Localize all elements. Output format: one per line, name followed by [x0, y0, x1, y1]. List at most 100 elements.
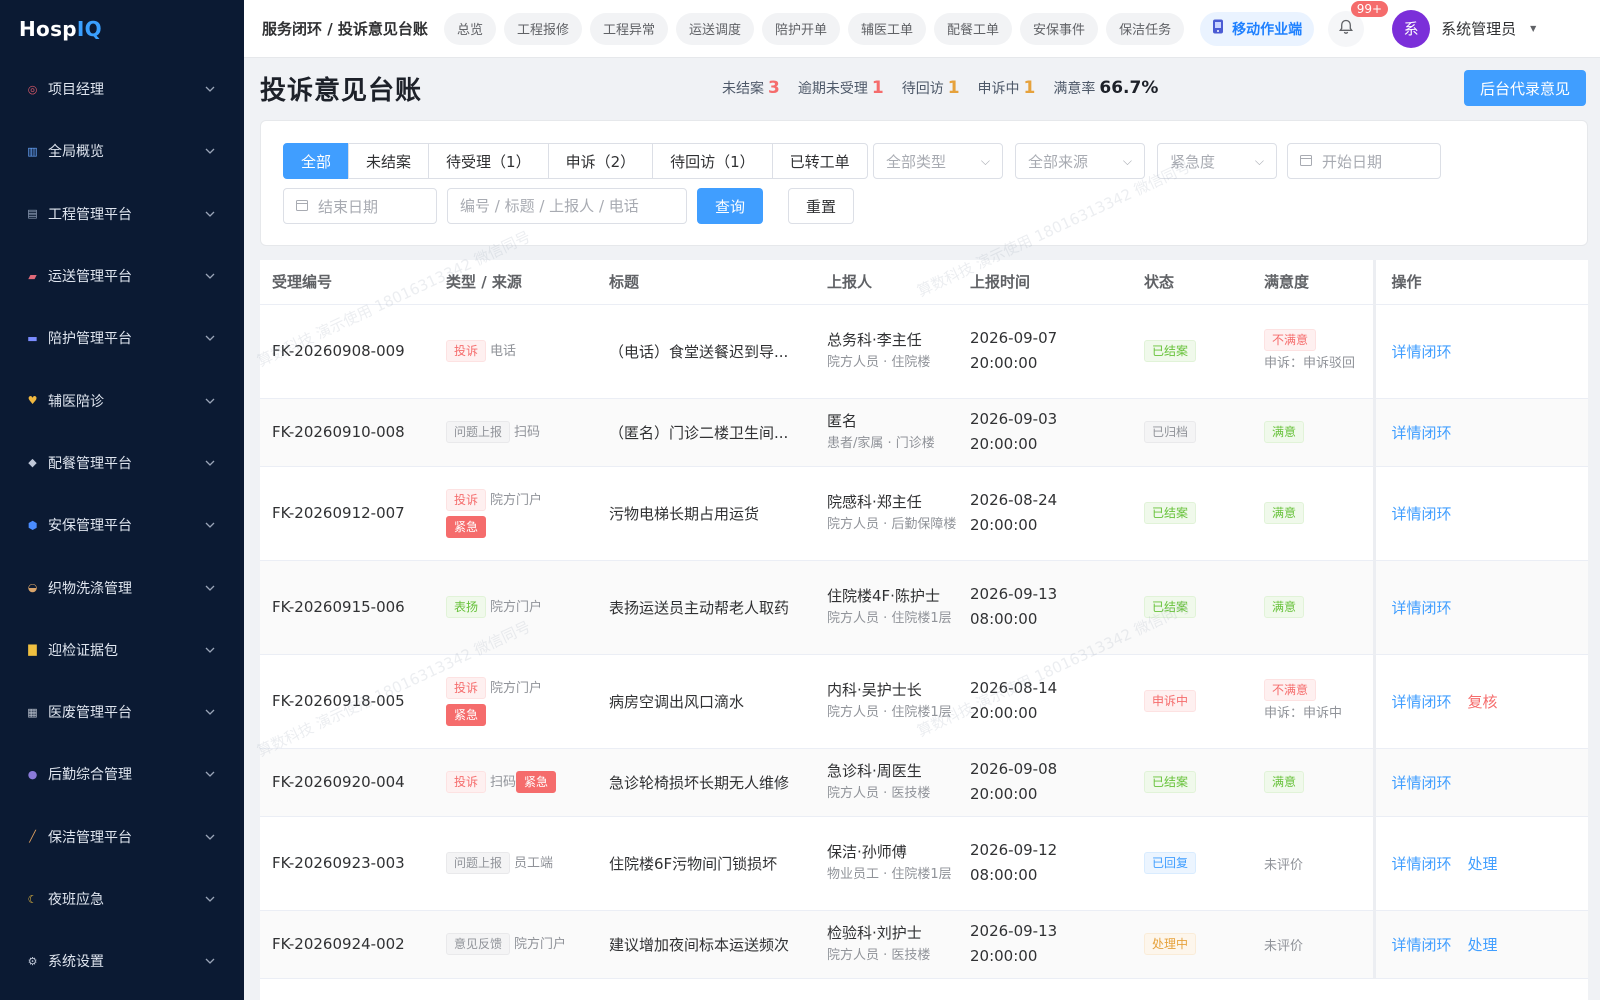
nav-pill-8[interactable]: 保洁任务 — [1106, 12, 1185, 45]
urgency-select[interactable]: 紧急度 ⌵ — [1157, 143, 1277, 179]
nav-pill-2[interactable]: 工程异常 — [589, 12, 668, 45]
meal-icon: ◆ — [28, 456, 37, 470]
sidebar-item-11[interactable]: ● 后勤综合管理 — [0, 743, 244, 805]
column-header: 标题 — [597, 260, 815, 305]
source-select[interactable]: 全部来源 ⌵ — [1015, 143, 1145, 179]
cell-time: 2026-09-13 08:00:00 — [958, 560, 1132, 655]
detail-link[interactable]: 详情闭环 — [1392, 774, 1452, 792]
notification-button[interactable]: 99+ — [1328, 0, 1389, 47]
report-time: 20:00:00 — [970, 785, 1038, 803]
stat-0: 未结案 3 — [722, 78, 780, 98]
type-select[interactable]: 全部类型 ⌵ — [873, 143, 1003, 179]
detail-link[interactable]: 详情闭环 — [1392, 424, 1452, 442]
report-time: 20:00:00 — [970, 947, 1038, 965]
detail-link[interactable]: 详情闭环 — [1392, 505, 1452, 523]
sidebar-item-label: 夜班应急 — [48, 892, 104, 908]
detail-link[interactable]: 详情闭环 — [1392, 599, 1452, 617]
sidebar-item-12[interactable]: ╱ 保洁管理平台 — [0, 806, 244, 868]
chart-icon: ▥ — [27, 144, 38, 158]
nav-pill-7[interactable]: 安保事件 — [1020, 12, 1099, 45]
nav-pill-0[interactable]: 总览 — [443, 12, 496, 45]
cell-time: 2026-09-13 20:00:00 — [958, 910, 1132, 979]
sidebar-item-4[interactable]: ▬ 陪护管理平台 — [0, 307, 244, 369]
cell-type: 投诉 电话 — [434, 304, 597, 399]
filter-panel: 全部 未结案 待受理（1） 申诉（2） 待回访（1） 已转工单 全部类型 ⌵ 全部来源 ⌵… — [260, 120, 1588, 246]
type-line: 问题上报 扫码 — [446, 421, 597, 443]
sidebar-item-9[interactable]: ▇ 迎检证据包 — [0, 619, 244, 681]
detail-link[interactable]: 详情闭环 — [1392, 693, 1452, 711]
nav-pill-1[interactable]: 工程报修 — [503, 12, 582, 45]
table-body: FK-20260908-009 投诉 电话 （电话）食堂送餐迟到导... 总务科·李主任… — [260, 304, 1588, 979]
reset-button[interactable]: 重置 — [788, 188, 854, 224]
sidebar-item-0[interactable]: ◎ 项目经理 — [0, 58, 244, 120]
review-link[interactable]: 复核 — [1468, 693, 1498, 711]
process-link[interactable]: 处理 — [1468, 855, 1498, 873]
chevron-down-icon — [204, 893, 216, 905]
nav-pill-6[interactable]: 配餐工单 — [934, 12, 1013, 45]
folder-icon: ▇ — [28, 643, 37, 657]
user-name[interactable]: 系统管理员 — [1441, 18, 1516, 39]
cell-status: 处理中 — [1132, 910, 1252, 979]
sidebar-item-2[interactable]: ▤ 工程管理平台 — [0, 183, 244, 245]
table-row: FK-20260924-002 意见反馈 院方门户 建议增加夜间标本运送频次 检验科·刘… — [260, 910, 1588, 979]
nav-pill-4[interactable]: 陪护开单 — [762, 12, 841, 45]
detail-link[interactable]: 详情闭环 — [1392, 343, 1452, 361]
tab-2[interactable]: 待受理（1） — [428, 143, 549, 179]
tab-4[interactable]: 待回访（1） — [652, 143, 773, 179]
sidebar-item-6[interactable]: ◆ 配餐管理平台 — [0, 432, 244, 494]
sidebar-item-14[interactable]: ⚙ 系统设置 — [0, 930, 244, 992]
process-link[interactable]: 处理 — [1468, 936, 1498, 954]
sidebar-item-5[interactable]: ♥ 辅医陪诊 — [0, 369, 244, 431]
reporter-name: 保洁·孙师傅 — [827, 843, 907, 861]
type-tag: 问题上报 — [446, 421, 511, 443]
chevron-down-icon — [204, 582, 216, 594]
cell-status: 已归档 — [1132, 398, 1252, 467]
mobile-workspace-button[interactable]: 移动作业端 — [1200, 11, 1315, 46]
sidebar-item-3[interactable]: ▰ 运送管理平台 — [0, 245, 244, 307]
urgent-line: 紧急 — [446, 703, 597, 726]
caret-down-icon[interactable]: ▼ — [1530, 24, 1536, 33]
tab-5[interactable]: 已转工单 — [771, 143, 868, 179]
cell-title: 住院楼6F污物间门锁损坏 — [597, 816, 815, 911]
stat-4: 满意率 66.7% — [1053, 78, 1158, 98]
cell-id: FK-20260908-009 — [260, 304, 434, 399]
urgent-tag: 紧急 — [446, 703, 487, 726]
sidebar-item-7[interactable]: ⬢ 安保管理平台 — [0, 494, 244, 556]
search-input[interactable] — [447, 188, 687, 224]
start-date-field[interactable]: 开始日期 — [1287, 143, 1441, 179]
sidebar-item-8[interactable]: ◒ 织物洗涤管理 — [0, 556, 244, 618]
cell-time: 2026-08-14 20:00:00 — [958, 654, 1132, 749]
chevron-down-icon: ⌵ — [1254, 153, 1264, 168]
detail-link[interactable]: 详情闭环 — [1392, 936, 1452, 954]
status-badge: 申诉中 — [1144, 690, 1197, 712]
query-button[interactable]: 查询 — [697, 188, 763, 224]
status-badge: 已归档 — [1144, 421, 1197, 443]
sidebar-item-13[interactable]: ☾ 夜班应急 — [0, 868, 244, 930]
cell-actions: 详情闭环 — [1372, 560, 1588, 655]
nav-pill-3[interactable]: 运送调度 — [675, 12, 754, 45]
detail-link[interactable]: 详情闭环 — [1392, 855, 1452, 873]
column-header: 上报人 — [815, 260, 958, 305]
report-date: 2026-09-12 — [970, 841, 1058, 859]
reporter-name: 住院楼4F·陈护士 — [827, 587, 940, 605]
shield-icon: ⬢ — [27, 518, 38, 532]
tab-1[interactable]: 未结案 — [348, 143, 430, 179]
satisfaction-badge: 不满意 — [1264, 678, 1317, 701]
reporter-role: 院方人员 · 住院楼 — [827, 355, 931, 370]
cell-title: 急诊轮椅损坏长期无人维修 — [597, 748, 815, 817]
sidebar-item-1[interactable]: ▥ 全局概览 — [0, 120, 244, 182]
reporter-role: 院方人员 · 后勤保障楼 — [827, 517, 957, 532]
cell-actions: 详情闭环 复核 — [1372, 654, 1588, 749]
nav-pill-5[interactable]: 辅医工单 — [848, 12, 927, 45]
sidebar-item-10[interactable]: ▦ 医废管理平台 — [0, 681, 244, 743]
type-line: 表扬 院方门户 — [446, 596, 597, 618]
chevron-down-icon — [204, 706, 216, 718]
app-logo[interactable]: Hosp IQ — [0, 0, 244, 58]
stat-label: 未结案 — [722, 81, 765, 97]
end-date-field[interactable]: 结束日期 — [283, 188, 437, 224]
add-feedback-button[interactable]: 后台代录意见 — [1463, 70, 1586, 106]
avatar[interactable]: 系 — [1392, 9, 1431, 48]
tab-3[interactable]: 申诉（2） — [547, 143, 654, 179]
column-header: 类型 / 来源 — [434, 260, 597, 305]
tab-0[interactable]: 全部 — [283, 143, 350, 179]
